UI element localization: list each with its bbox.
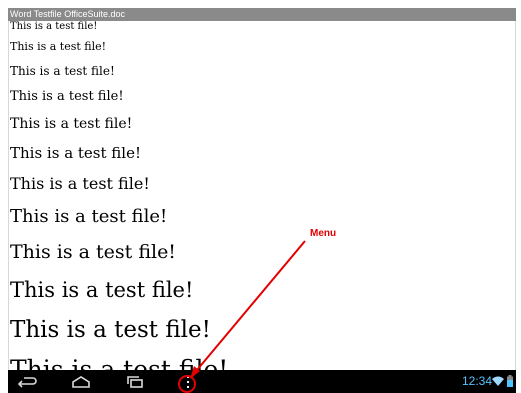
document-line: This is a test file! xyxy=(10,355,229,370)
recent-apps-icon xyxy=(127,375,143,388)
system-navigation-bar: 12:34 xyxy=(8,370,516,393)
tablet-screen: Word Testfile OfficeSuite.doc This is a … xyxy=(0,0,521,393)
recent-apps-button[interactable] xyxy=(120,370,150,393)
document-line: This is a test file! xyxy=(10,206,168,227)
document-view[interactable]: This is a test file! This is a test file… xyxy=(8,21,516,370)
document-line: This is a test file! xyxy=(10,144,142,162)
document-line: This is a test file! xyxy=(10,317,211,343)
document-title-bar: Word Testfile OfficeSuite.doc xyxy=(8,8,516,21)
document-line: This is a test file! xyxy=(10,64,115,78)
back-icon xyxy=(17,376,37,388)
home-button[interactable] xyxy=(66,370,96,393)
wifi-icon xyxy=(492,376,504,386)
document-line: This is a test file! xyxy=(10,89,124,104)
home-icon xyxy=(72,375,90,388)
battery-icon xyxy=(507,375,513,387)
status-clock: 12:34 xyxy=(461,374,492,388)
document-line: This is a test file! xyxy=(10,241,176,263)
document-line: This is a test file! xyxy=(10,116,133,132)
document-line: This is a test file! xyxy=(10,21,98,32)
menu-annotation-label: Menu xyxy=(310,228,337,239)
back-button[interactable] xyxy=(12,370,42,393)
menu-highlight-circle xyxy=(178,375,196,393)
document-line: This is a test file! xyxy=(10,278,194,302)
document-line: This is a test file! xyxy=(10,174,150,193)
document-line: This is a test file! xyxy=(10,40,107,53)
